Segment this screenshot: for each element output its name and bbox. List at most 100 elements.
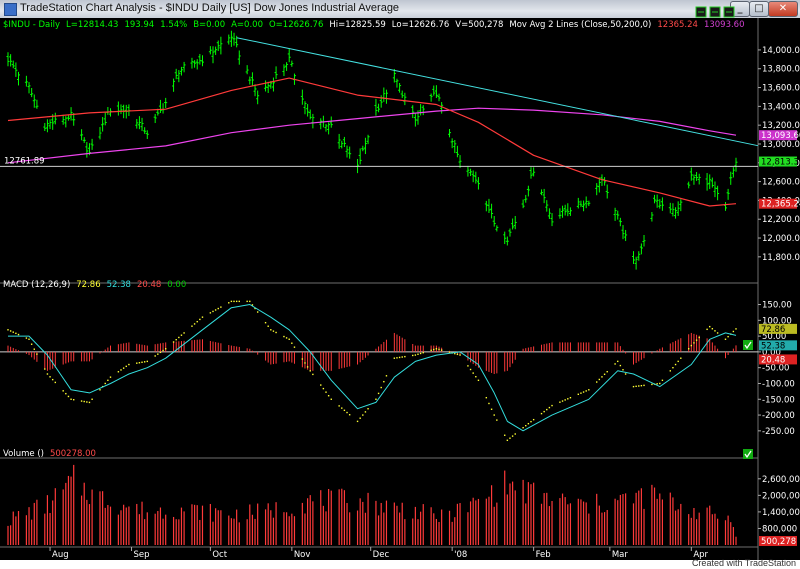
macd-check-icon[interactable] (743, 340, 753, 350)
macd-dot (36, 353, 38, 355)
macd-dot (422, 351, 424, 354)
x-tick-label: Sep (134, 550, 150, 560)
price-panel-header-item: Hi=12825.59 (329, 20, 385, 30)
macd-dot (120, 369, 122, 371)
macd-dot (540, 412, 543, 415)
macd-dot (164, 348, 167, 350)
macd-dot (217, 307, 219, 310)
macd-dot (99, 389, 101, 391)
macd-dot (448, 351, 451, 353)
macd-dot (62, 390, 64, 392)
macd-dot (724, 338, 727, 340)
macd-dot (509, 437, 511, 439)
macd-dot (359, 417, 361, 419)
volume-panel-header: Volume () 500278.00 (3, 449, 96, 459)
macd-dot (622, 369, 624, 371)
chart-canvas[interactable]: 12761.89 14,000.00 13,800.00 13,600.00 13,4… (0, 0, 800, 560)
macd-dot (175, 339, 177, 341)
macd-dot (635, 385, 637, 388)
macd-dot (632, 385, 635, 388)
macd-dot (456, 353, 459, 356)
price-y-tick-label: 13,400.00 (762, 102, 800, 112)
macd-dot (15, 332, 17, 335)
macd-dot (275, 331, 277, 334)
macd-panel-header-item: 72.86 (76, 280, 100, 290)
volume-y-tick-label: 2,600,000 (762, 475, 800, 485)
macd-dot (86, 401, 88, 403)
macd-dot (304, 362, 306, 364)
macd-dot (183, 332, 185, 334)
macd-dot (651, 383, 653, 386)
macd-dot (49, 376, 51, 378)
x-tick-label: '08 (454, 550, 467, 560)
macd-dot (51, 378, 54, 381)
histogram-value-flag-text: 20.48 (761, 355, 785, 365)
macd-dot (249, 300, 251, 303)
macd-dot (343, 409, 346, 412)
macd-dot (383, 380, 385, 383)
price-panel-header-item: L=12814.43 (66, 20, 118, 30)
macd-dot (559, 401, 561, 403)
macd-value-flag-text: 72.86 (761, 325, 785, 335)
info-icon[interactable] (709, 6, 721, 18)
macd-dot (264, 321, 267, 324)
macd-dot (638, 385, 640, 387)
macd-dot (488, 402, 490, 405)
scale-icon[interactable] (723, 6, 735, 18)
macd-dot (73, 399, 75, 401)
macd-dot (430, 349, 432, 352)
macd-dot (30, 343, 33, 345)
macd-dot (191, 325, 193, 327)
macd-dot (214, 309, 217, 311)
macd-dot (401, 356, 403, 358)
macd-dot (104, 382, 106, 385)
macd-dot (551, 404, 553, 407)
macd-dot (17, 333, 20, 336)
macd-dot (154, 355, 156, 357)
check-box (743, 449, 753, 459)
macd-dot (230, 300, 233, 303)
macd-dot (33, 348, 35, 350)
macd-dot (472, 372, 474, 374)
price-panel-header-item: A=0.00 (231, 20, 263, 30)
x-tick-label: Nov (294, 550, 311, 560)
price-y-tick-label: 12,200.00 (762, 215, 800, 225)
x-tick-label: Aug (52, 550, 69, 560)
macd-dot (601, 376, 603, 378)
macd-dot (687, 348, 690, 350)
macd-dot (377, 392, 380, 395)
macd-dot (80, 400, 83, 402)
volume-check-icon[interactable] (743, 449, 753, 459)
macd-dot (364, 411, 367, 413)
macd-dot (714, 330, 716, 332)
grid-toggle-icon[interactable] (695, 6, 707, 18)
macd-dot (209, 312, 212, 314)
price-panel-header-item: B=0.00 (193, 20, 225, 30)
price-panel-header-item: 1.54% (160, 20, 187, 30)
price-panel-header-item: Mov Avg 2 Lines (Close,50,200,0) (509, 20, 651, 30)
macd-dot (288, 338, 290, 340)
macd-dot (348, 414, 351, 416)
macd-dot (490, 408, 493, 410)
macd-dot (735, 328, 737, 330)
tradestation-window: TradeStation Chart Analysis - $INDU Dail… (0, 0, 800, 569)
macd-dot (711, 328, 714, 330)
macd-panel-header: MACD (12,26,9) 72.86 52.38 20.48 0.00 (3, 280, 186, 290)
macd-dot (341, 407, 343, 409)
macd-dot (283, 335, 285, 338)
macd-value-flag: 72.86 (759, 323, 797, 335)
price-panel-header-item: $INDU - Daily (3, 20, 60, 30)
x-tick-label: Dec (373, 550, 390, 560)
macd-panel-header-item: MACD (12,26,9) (3, 280, 70, 290)
macd-dot (727, 335, 729, 338)
check-box (743, 340, 753, 350)
macd-dot (83, 400, 85, 403)
x-tick-label: Oct (212, 550, 227, 560)
x-tick-label: Mar (612, 550, 629, 560)
macd-dot (380, 386, 382, 389)
macd-dot (706, 328, 708, 331)
macd-dot (199, 318, 201, 321)
macd-dot (567, 398, 569, 400)
macd-dot (469, 368, 472, 371)
macd-dot (619, 364, 622, 367)
